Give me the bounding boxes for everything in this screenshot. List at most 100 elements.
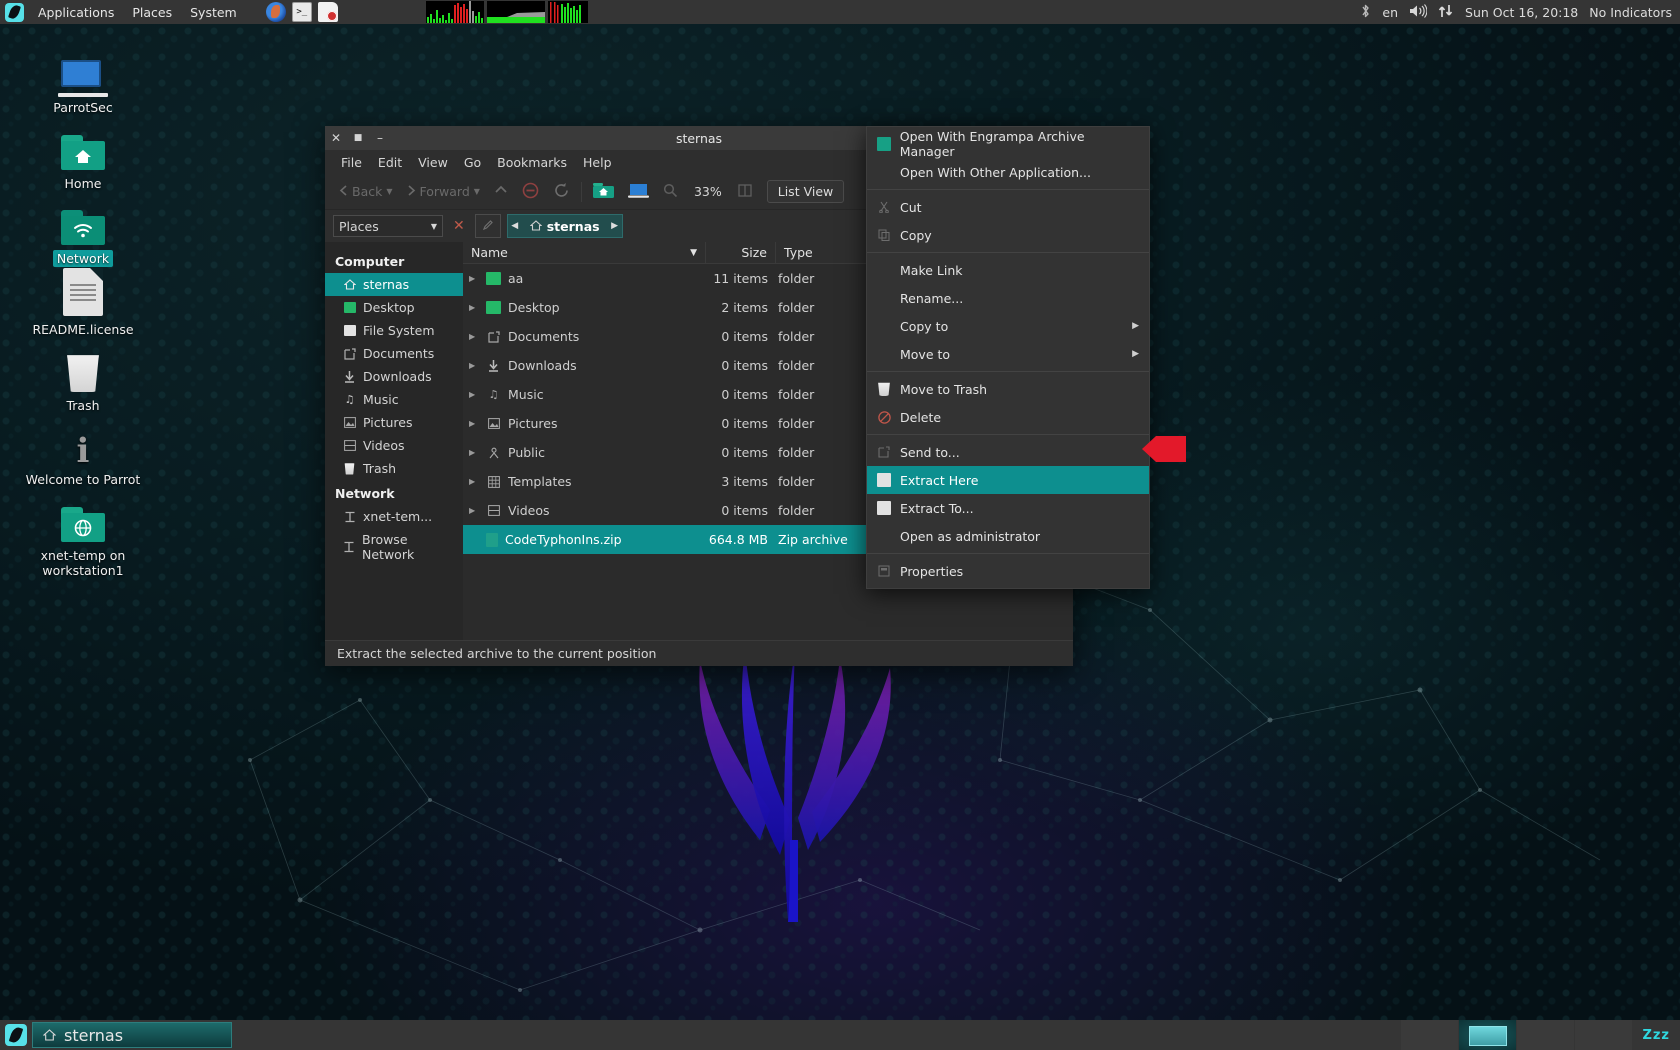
menu-item-delete[interactable]: Delete: [867, 403, 1149, 431]
menu-item-make-link[interactable]: Make Link: [867, 256, 1149, 284]
network-updown-icon[interactable]: [1438, 4, 1454, 21]
workspace-switcher[interactable]: [1401, 1020, 1633, 1050]
sleep-indicator[interactable]: Zzz: [1632, 1028, 1680, 1043]
sidebar-item-xnet-temp[interactable]: xnet-tem...: [325, 505, 463, 528]
workspace-4[interactable]: [1575, 1020, 1633, 1050]
menu-item-extract-to[interactable]: Extract To...: [867, 494, 1149, 522]
menu-item-open-with-other-application[interactable]: Open With Other Application...: [867, 158, 1149, 186]
bluetooth-icon[interactable]: [1360, 3, 1371, 22]
desktop-icon-readme-license[interactable]: README.license: [8, 264, 158, 338]
expander-icon[interactable]: ▶: [469, 274, 479, 283]
expander-icon[interactable]: ▶: [469, 419, 479, 428]
sidebar-item-file-system[interactable]: File System: [325, 319, 463, 342]
maximize-button[interactable]: ■: [347, 127, 369, 149]
context-menu[interactable]: Open With Engrampa Archive Manager Open …: [866, 126, 1150, 589]
terminal-icon[interactable]: >_: [291, 2, 312, 22]
sort-descending-icon[interactable]: ▼: [690, 248, 697, 258]
chevron-down-icon[interactable]: ▼: [431, 222, 437, 231]
menu-file[interactable]: File: [333, 152, 370, 173]
column-header-name[interactable]: Name ▼: [463, 242, 706, 263]
expander-icon[interactable]: ▶: [469, 332, 479, 341]
search-button[interactable]: [657, 179, 684, 205]
menu-item-send-to[interactable]: Send to...: [867, 438, 1149, 466]
expander-icon[interactable]: ▶: [469, 361, 479, 370]
desktop-icon-home[interactable]: Home: [8, 118, 158, 192]
expander-icon[interactable]: ▶: [469, 506, 479, 515]
menu-applications[interactable]: Applications: [29, 2, 123, 23]
firefox-icon[interactable]: [265, 2, 286, 22]
parrot-logo-icon[interactable]: [5, 2, 24, 22]
desktop-icon-trash[interactable]: Trash: [8, 340, 158, 414]
chevron-left-icon[interactable]: ◀: [508, 215, 522, 237]
volume-icon[interactable]: [1409, 3, 1428, 21]
chevron-right-icon[interactable]: ▶: [608, 215, 622, 237]
places-combo[interactable]: Places ▼: [333, 215, 443, 237]
taskbar-item-sternas[interactable]: sternas: [32, 1022, 232, 1048]
file-size: 0 items: [721, 416, 768, 431]
expander-icon[interactable]: ▶: [469, 390, 479, 399]
expander-icon[interactable]: ▶: [469, 448, 479, 457]
reload-button[interactable]: [547, 178, 576, 206]
sidebar-item-pictures[interactable]: Pictures: [325, 411, 463, 434]
menu-places[interactable]: Places: [123, 2, 181, 23]
menu-edit[interactable]: Edit: [370, 152, 410, 173]
sidebar-item-videos[interactable]: Videos: [325, 434, 463, 457]
desktop-icon-parrotsec[interactable]: ParrotSec: [8, 42, 158, 116]
back-button[interactable]: Back ▼: [333, 180, 399, 203]
keyboard-layout-indicator[interactable]: en: [1382, 5, 1398, 20]
up-button[interactable]: [488, 180, 514, 203]
expander-icon[interactable]: ▶: [469, 477, 479, 486]
stop-button[interactable]: [516, 178, 545, 206]
breadcrumb[interactable]: ◀ sternas ▶: [506, 214, 623, 238]
desktop-icon-network[interactable]: Network: [8, 193, 158, 267]
menu-item-move-to[interactable]: Move to ▶: [867, 340, 1149, 368]
menu-item-cut[interactable]: Cut: [867, 193, 1149, 221]
menu-bookmarks[interactable]: Bookmarks: [489, 152, 575, 173]
clock[interactable]: Sun Oct 16, 20:18: [1465, 5, 1578, 20]
close-icon[interactable]: ✕: [449, 218, 469, 234]
menu-view[interactable]: View: [410, 152, 456, 173]
view-mode-select[interactable]: List View: [766, 180, 845, 203]
computer-button[interactable]: [622, 178, 655, 206]
workspace-1[interactable]: [1401, 1020, 1459, 1050]
menu-item-rename[interactable]: Rename...: [867, 284, 1149, 312]
menu-item-open-as-administrator[interactable]: Open as administrator: [867, 522, 1149, 550]
menu-system[interactable]: System: [181, 2, 246, 23]
minimize-button[interactable]: –: [369, 127, 391, 149]
sidebar-item-trash[interactable]: Trash: [325, 457, 463, 480]
desktop-icon-label: xnet-temp on workstation1: [40, 548, 126, 578]
split-pane-button[interactable]: [732, 179, 759, 205]
parrot-logo-icon[interactable]: [5, 1024, 27, 1046]
menu-help[interactable]: Help: [575, 152, 620, 173]
chevron-down-icon[interactable]: ▼: [386, 187, 392, 196]
indicators-label[interactable]: No Indicators: [1589, 5, 1672, 20]
menu-item-move-to-trash[interactable]: Move to Trash: [867, 375, 1149, 403]
sidebar-item-music[interactable]: ♫ Music: [325, 388, 463, 411]
column-header-size[interactable]: Size: [706, 242, 776, 263]
file-name: Documents: [508, 329, 580, 344]
sidebar-item-downloads[interactable]: Downloads: [325, 365, 463, 388]
edit-path-button[interactable]: [474, 214, 501, 238]
sidebar-item-documents[interactable]: Documents: [325, 342, 463, 365]
menu-item-copy-to[interactable]: Copy to ▶: [867, 312, 1149, 340]
sidebar-item-sternas[interactable]: sternas: [325, 273, 463, 296]
breadcrumb-item-sternas[interactable]: sternas: [522, 219, 608, 234]
menu-item-extract-here[interactable]: Extract Here: [867, 466, 1149, 494]
workspace-2[interactable]: [1459, 1020, 1517, 1050]
menu-go[interactable]: Go: [456, 152, 489, 173]
sidebar-item-browse-network[interactable]: Browse Network: [325, 528, 463, 566]
menu-item-open-with-engrampa[interactable]: Open With Engrampa Archive Manager: [867, 129, 1149, 159]
expander-icon[interactable]: ▶: [469, 303, 479, 312]
home-button[interactable]: [587, 178, 620, 206]
menu-item-copy[interactable]: Copy: [867, 221, 1149, 249]
sidebar-item-desktop[interactable]: Desktop: [325, 296, 463, 319]
document-icon[interactable]: [317, 2, 338, 22]
menu-item-properties[interactable]: Properties: [867, 557, 1149, 585]
desktop-icon-xnet-temp[interactable]: xnet-temp on workstation1: [8, 490, 158, 579]
chevron-down-icon[interactable]: ▼: [474, 187, 480, 196]
desktop-icon-welcome-to-parrot[interactable]: i Welcome to Parrot: [8, 414, 158, 488]
zoom-level[interactable]: 33%: [686, 184, 730, 199]
close-button[interactable]: ✕: [325, 127, 347, 149]
workspace-3[interactable]: [1517, 1020, 1575, 1050]
forward-button[interactable]: Forward ▼: [401, 180, 486, 203]
